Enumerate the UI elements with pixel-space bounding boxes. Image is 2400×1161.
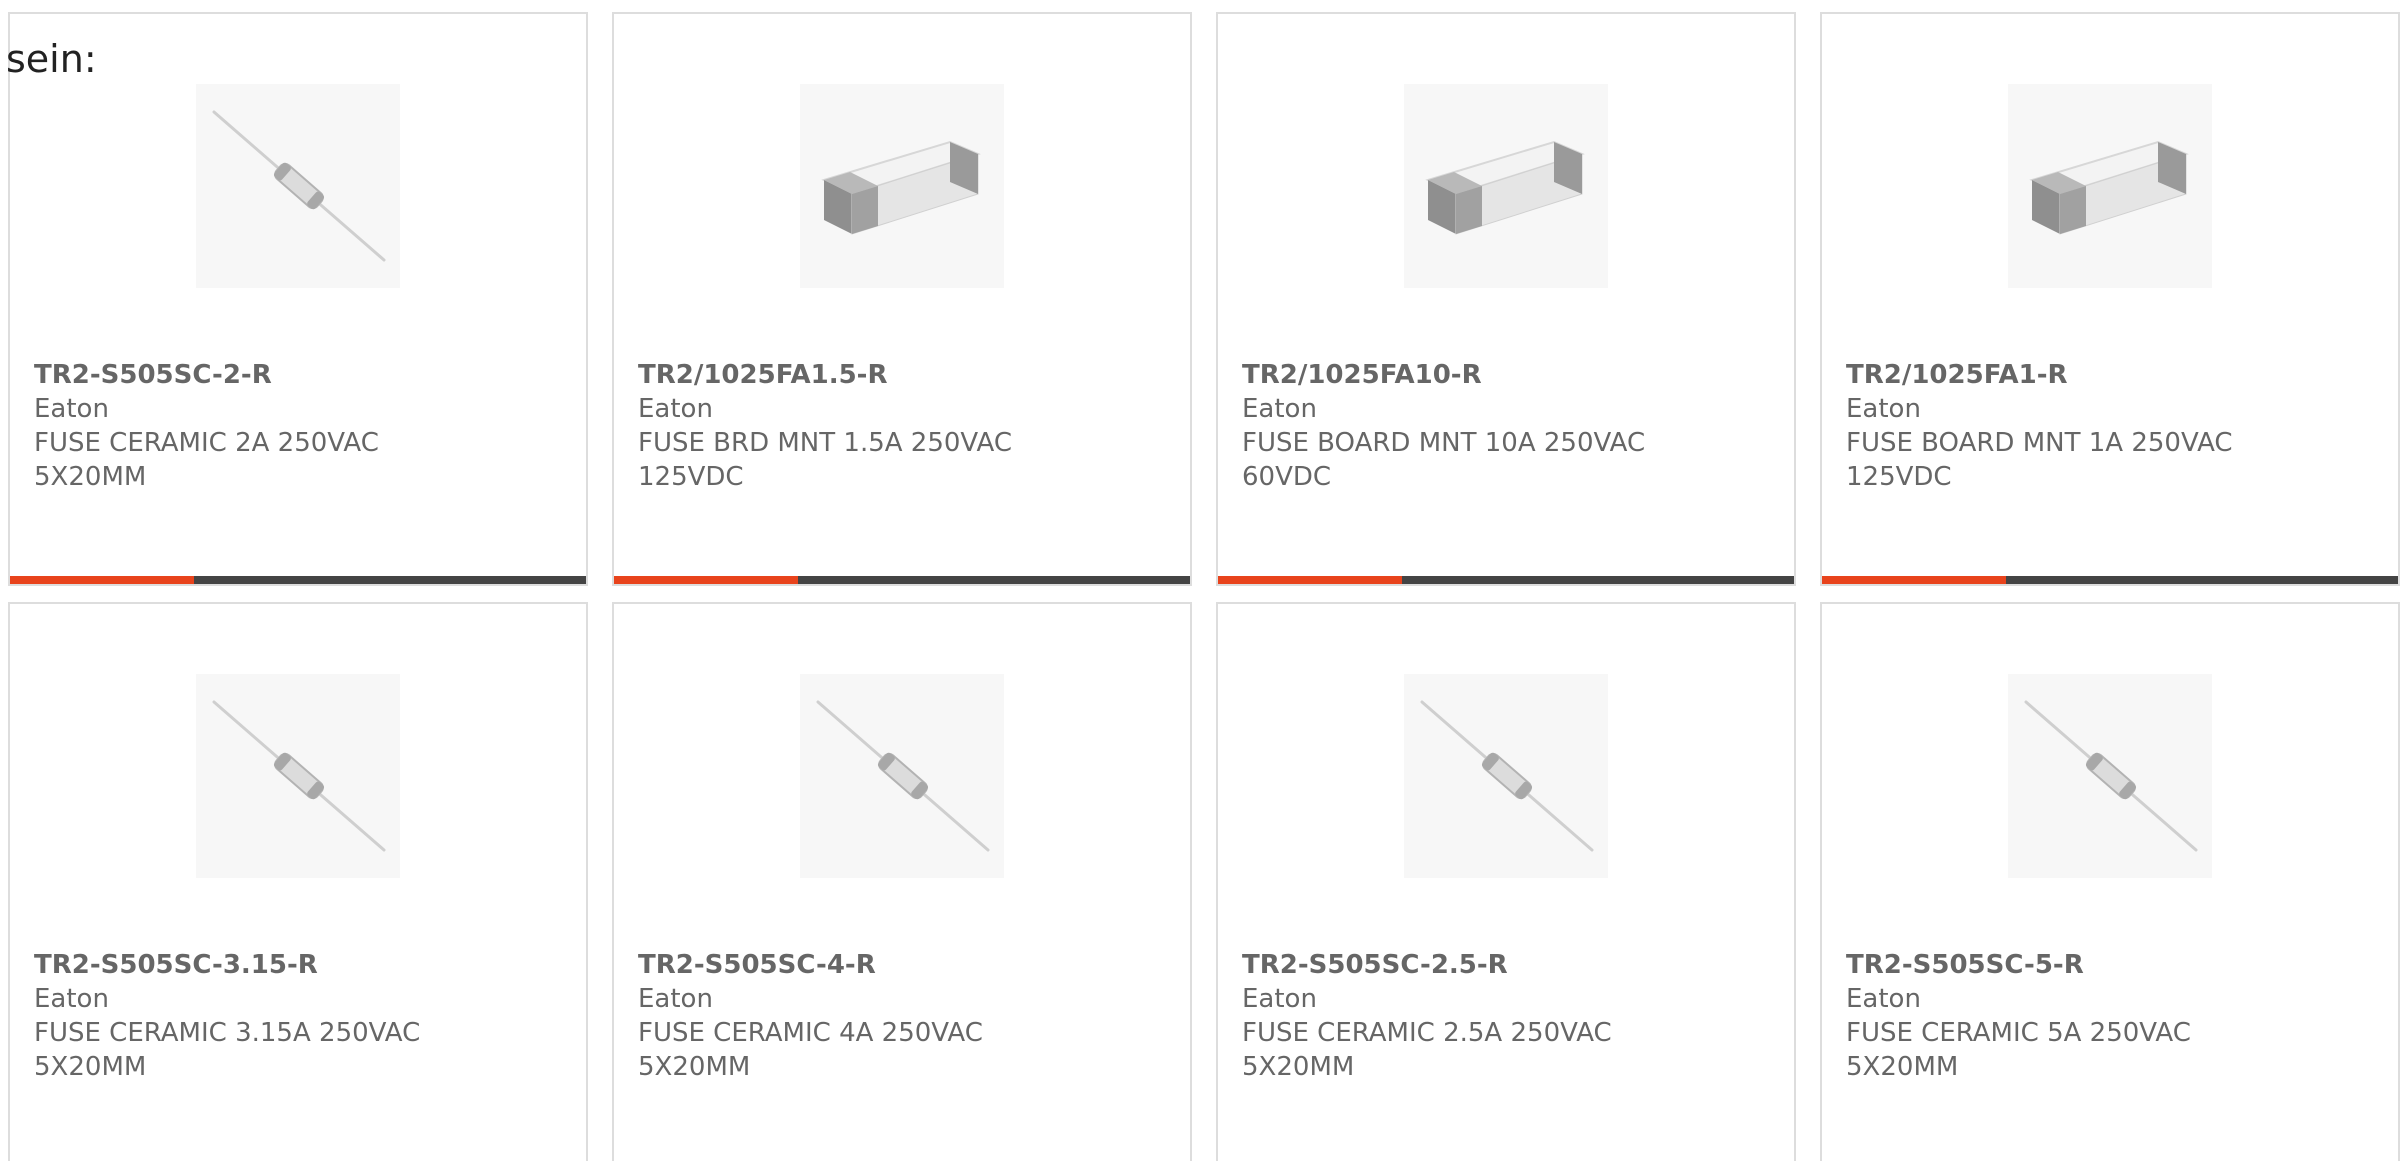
- axial-fuse-icon: [2008, 674, 2212, 878]
- product-info: TR2-S505SC-2.5-R Eaton FUSE CERAMIC 2.5A…: [1242, 948, 1762, 1084]
- description-line-2: 5X20MM: [1846, 1052, 1959, 1082]
- product-card[interactable]: TR2/1025FA1-R Eaton FUSE BOARD MNT 1A 25…: [1820, 12, 2400, 586]
- description-line-1: FUSE CERAMIC 2.5A 250VAC: [1242, 1018, 1612, 1048]
- smd-fuse-icon: [1404, 84, 1608, 288]
- description-line-1: FUSE CERAMIC 4A 250VAC: [638, 1018, 983, 1048]
- manufacturer: Eaton: [638, 394, 713, 424]
- progress-bar-fill: [614, 576, 799, 584]
- product-info: TR2-S505SC-4-R Eaton FUSE CERAMIC 4A 250…: [638, 948, 1158, 1084]
- description-line-1: FUSE CERAMIC 2A 250VAC: [34, 428, 379, 458]
- product-info: TR2-S505SC-5-R Eaton FUSE CERAMIC 5A 250…: [1846, 948, 2366, 1084]
- smd-fuse-icon: [2008, 84, 2212, 288]
- smd-fuse-icon: [800, 84, 1004, 288]
- description-line-2: 5X20MM: [34, 1052, 147, 1082]
- product-card[interactable]: TR2-S505SC-3.15-R Eaton FUSE CERAMIC 3.1…: [8, 602, 588, 1161]
- progress-bar: [10, 576, 586, 584]
- progress-bar: [1218, 576, 1794, 584]
- manufacturer: Eaton: [1242, 394, 1317, 424]
- progress-bar: [614, 576, 1190, 584]
- part-number[interactable]: TR2/1025FA1-R: [1846, 358, 2366, 392]
- manufacturer: Eaton: [1242, 984, 1317, 1014]
- product-card[interactable]: TR2-S505SC-2-R Eaton FUSE CERAMIC 2A 250…: [8, 12, 588, 586]
- description-line-2: 5X20MM: [34, 462, 147, 492]
- product-card[interactable]: TR2-S505SC-5-R Eaton FUSE CERAMIC 5A 250…: [1820, 602, 2400, 1161]
- manufacturer: Eaton: [638, 984, 713, 1014]
- axial-fuse-icon: [800, 674, 1004, 878]
- intro-text: sein:: [6, 37, 97, 81]
- description-line-1: FUSE BOARD MNT 1A 250VAC: [1846, 428, 2233, 458]
- product-grid-page: sein: TR2-S505SC-2-R Eaton FUSE CERAMIC …: [0, 0, 2400, 1161]
- axial-fuse-icon: [1404, 674, 1608, 878]
- progress-bar-fill: [10, 576, 195, 584]
- product-card[interactable]: TR2-S505SC-2.5-R Eaton FUSE CERAMIC 2.5A…: [1216, 602, 1796, 1161]
- part-number[interactable]: TR2/1025FA10-R: [1242, 358, 1762, 392]
- product-info: TR2/1025FA1-R Eaton FUSE BOARD MNT 1A 25…: [1846, 358, 2366, 494]
- part-number[interactable]: TR2-S505SC-2.5-R: [1242, 948, 1762, 982]
- progress-bar: [1822, 576, 2398, 584]
- description-line-1: FUSE BRD MNT 1.5A 250VAC: [638, 428, 1013, 458]
- description-line-2: 5X20MM: [1242, 1052, 1355, 1082]
- part-number[interactable]: TR2-S505SC-5-R: [1846, 948, 2366, 982]
- axial-fuse-icon: [196, 84, 400, 288]
- part-number[interactable]: TR2-S505SC-2-R: [34, 358, 554, 392]
- part-number[interactable]: TR2-S505SC-3.15-R: [34, 948, 554, 982]
- progress-bar-fill: [1218, 576, 1403, 584]
- manufacturer: Eaton: [1846, 984, 1921, 1014]
- part-number[interactable]: TR2-S505SC-4-R: [638, 948, 1158, 982]
- description-line-2: 60VDC: [1242, 462, 1332, 492]
- description-line-2: 125VDC: [638, 462, 744, 492]
- manufacturer: Eaton: [34, 394, 109, 424]
- product-card[interactable]: TR2/1025FA10-R Eaton FUSE BOARD MNT 10A …: [1216, 12, 1796, 586]
- product-info: TR2/1025FA1.5-R Eaton FUSE BRD MNT 1.5A …: [638, 358, 1158, 494]
- description-line-1: FUSE CERAMIC 3.15A 250VAC: [34, 1018, 421, 1048]
- manufacturer: Eaton: [34, 984, 109, 1014]
- part-number[interactable]: TR2/1025FA1.5-R: [638, 358, 1158, 392]
- axial-fuse-icon: [196, 674, 400, 878]
- description-line-2: 5X20MM: [638, 1052, 751, 1082]
- product-card[interactable]: TR2-S505SC-4-R Eaton FUSE CERAMIC 4A 250…: [612, 602, 1192, 1161]
- product-card[interactable]: TR2/1025FA1.5-R Eaton FUSE BRD MNT 1.5A …: [612, 12, 1192, 586]
- description-line-1: FUSE CERAMIC 5A 250VAC: [1846, 1018, 2191, 1048]
- manufacturer: Eaton: [1846, 394, 1921, 424]
- description-line-2: 125VDC: [1846, 462, 1952, 492]
- product-info: TR2/1025FA10-R Eaton FUSE BOARD MNT 10A …: [1242, 358, 1762, 494]
- description-line-1: FUSE BOARD MNT 10A 250VAC: [1242, 428, 1646, 458]
- progress-bar-fill: [1822, 576, 2007, 584]
- product-info: TR2-S505SC-3.15-R Eaton FUSE CERAMIC 3.1…: [34, 948, 554, 1084]
- product-info: TR2-S505SC-2-R Eaton FUSE CERAMIC 2A 250…: [34, 358, 554, 494]
